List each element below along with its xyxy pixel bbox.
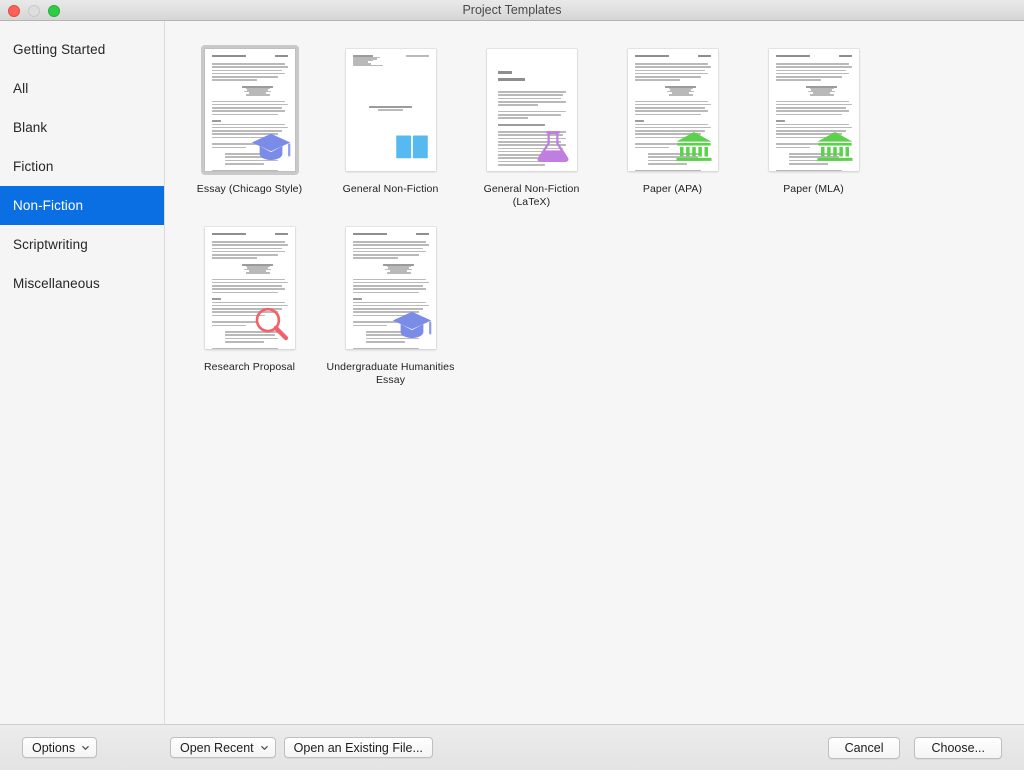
cancel-button[interactable]: Cancel bbox=[827, 736, 901, 759]
sidebar-item-scriptwriting[interactable]: Scriptwriting bbox=[0, 225, 164, 264]
bank-columns-icon bbox=[673, 125, 715, 167]
options-popup-button[interactable]: Options bbox=[22, 737, 98, 758]
bottom-toolbar-middle: Open Recent Open an Existing File... bbox=[170, 737, 433, 758]
sidebar-item-label: Scriptwriting bbox=[13, 237, 88, 252]
document-preview bbox=[345, 49, 436, 171]
document-preview bbox=[768, 49, 859, 171]
category-sidebar: Getting Started All Blank Fiction Non-Fi… bbox=[0, 21, 165, 724]
sidebar-item-label: Blank bbox=[13, 120, 48, 135]
template-tile-paper-apa[interactable]: Paper (APA) bbox=[602, 45, 743, 209]
template-tile-research-proposal[interactable]: Research Proposal bbox=[179, 223, 320, 387]
sidebar-item-blank[interactable]: Blank bbox=[0, 108, 164, 147]
template-label: Research Proposal bbox=[204, 361, 295, 373]
bottom-toolbar-right: Cancel Choose... bbox=[827, 736, 1002, 759]
choose-label: Choose... bbox=[931, 740, 985, 755]
window-titlebar: Project Templates bbox=[0, 0, 1024, 21]
template-thumbnail bbox=[342, 45, 440, 175]
sidebar-item-all[interactable]: All bbox=[0, 69, 164, 108]
open-existing-file-button[interactable]: Open an Existing File... bbox=[283, 737, 433, 758]
graduation-cap-icon bbox=[250, 125, 292, 167]
template-tile-general-non-fiction-latex[interactable]: General Non-Fiction (LaTeX) bbox=[461, 45, 602, 209]
sidebar-item-getting-started[interactable]: Getting Started bbox=[0, 30, 164, 69]
template-label: Paper (MLA) bbox=[783, 183, 844, 195]
template-label: General Non-Fiction bbox=[342, 183, 439, 195]
main-area: Getting Started All Blank Fiction Non-Fi… bbox=[0, 21, 1024, 724]
open-book-icon bbox=[391, 125, 433, 167]
document-preview bbox=[204, 227, 295, 349]
template-grid: Essay (Chicago Style) General Non-Fictio… bbox=[179, 45, 1024, 401]
template-tile-undergraduate-humanities-essay[interactable]: Undergraduate Humanities Essay bbox=[320, 223, 461, 387]
template-tile-essay-chicago-style[interactable]: Essay (Chicago Style) bbox=[179, 45, 320, 209]
sidebar-item-fiction[interactable]: Fiction bbox=[0, 147, 164, 186]
template-thumbnail bbox=[201, 223, 299, 353]
chevron-down-icon bbox=[81, 743, 90, 752]
template-thumbnail bbox=[624, 45, 722, 175]
template-tile-paper-mla[interactable]: Paper (MLA) bbox=[743, 45, 884, 209]
template-thumbnail bbox=[483, 45, 581, 175]
document-preview bbox=[345, 227, 436, 349]
chevron-down-icon bbox=[260, 743, 269, 752]
bottom-toolbar-left: Options bbox=[22, 737, 98, 758]
sidebar-item-label: Getting Started bbox=[13, 42, 106, 57]
flask-icon bbox=[532, 125, 574, 167]
sidebar-item-label: Fiction bbox=[13, 159, 54, 174]
open-recent-label: Open Recent bbox=[180, 740, 254, 755]
template-tile-general-non-fiction[interactable]: General Non-Fiction bbox=[320, 45, 461, 209]
template-label: General Non-Fiction (LaTeX) bbox=[483, 183, 580, 208]
open-recent-popup-button[interactable]: Open Recent bbox=[170, 737, 276, 758]
sidebar-item-label: Miscellaneous bbox=[13, 276, 100, 291]
bottom-toolbar: Options Open Recent Open an Existing Fil… bbox=[0, 724, 1024, 770]
magnifying-glass-icon bbox=[250, 303, 292, 345]
template-label: Essay (Chicago Style) bbox=[196, 183, 303, 195]
document-preview bbox=[486, 49, 577, 171]
template-label: Paper (APA) bbox=[642, 183, 703, 195]
document-preview bbox=[627, 49, 718, 171]
graduation-cap-icon bbox=[391, 303, 433, 345]
options-label: Options bbox=[32, 740, 76, 755]
window-title: Project Templates bbox=[462, 3, 562, 17]
open-existing-file-label: Open an Existing File... bbox=[293, 740, 423, 755]
sidebar-item-label: Non-Fiction bbox=[13, 198, 84, 213]
choose-button[interactable]: Choose... bbox=[914, 736, 1002, 759]
template-thumbnail bbox=[200, 45, 299, 175]
sidebar-item-label: All bbox=[13, 81, 29, 96]
sidebar-item-non-fiction[interactable]: Non-Fiction bbox=[0, 186, 164, 225]
sidebar-item-miscellaneous[interactable]: Miscellaneous bbox=[0, 264, 164, 303]
cancel-label: Cancel bbox=[844, 740, 884, 755]
template-thumbnail bbox=[765, 45, 863, 175]
template-label: Undergraduate Humanities Essay bbox=[326, 361, 455, 386]
document-preview bbox=[204, 49, 295, 171]
project-templates-window: Project Templates Getting Started All Bl… bbox=[0, 0, 1024, 770]
template-thumbnail bbox=[342, 223, 440, 353]
template-browser: Essay (Chicago Style) General Non-Fictio… bbox=[165, 21, 1024, 724]
bank-columns-icon bbox=[814, 125, 856, 167]
